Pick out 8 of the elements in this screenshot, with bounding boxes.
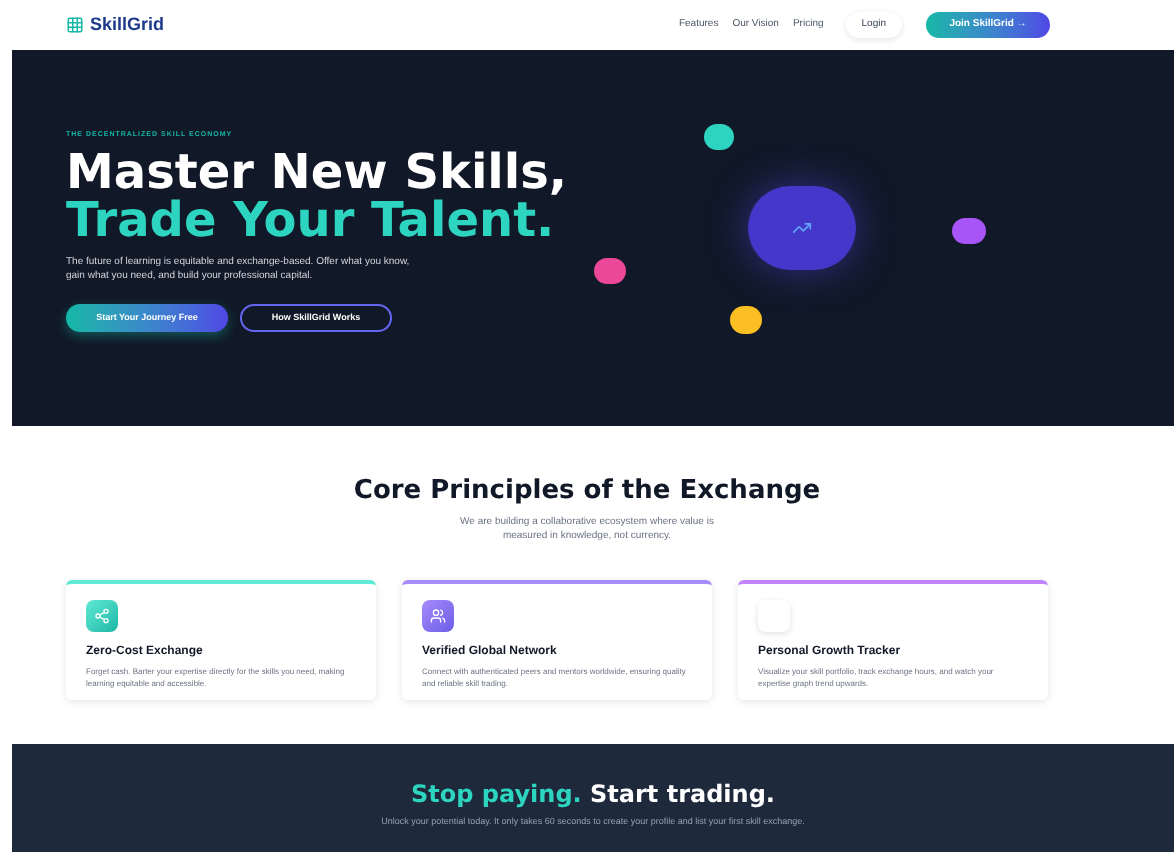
cta-title: Stop paying. Start trading. <box>411 778 775 812</box>
share-icon <box>86 599 118 631</box>
trend-icon <box>792 218 812 238</box>
grid-logo-icon <box>66 16 84 34</box>
people-icon <box>422 599 454 631</box>
brand-name[interactable]: SkillGrid <box>90 11 165 39</box>
section-title: Core Principles of the Exchange <box>353 474 821 510</box>
hero-title: Master New Skills, Trade Your Talent. <box>66 148 568 245</box>
